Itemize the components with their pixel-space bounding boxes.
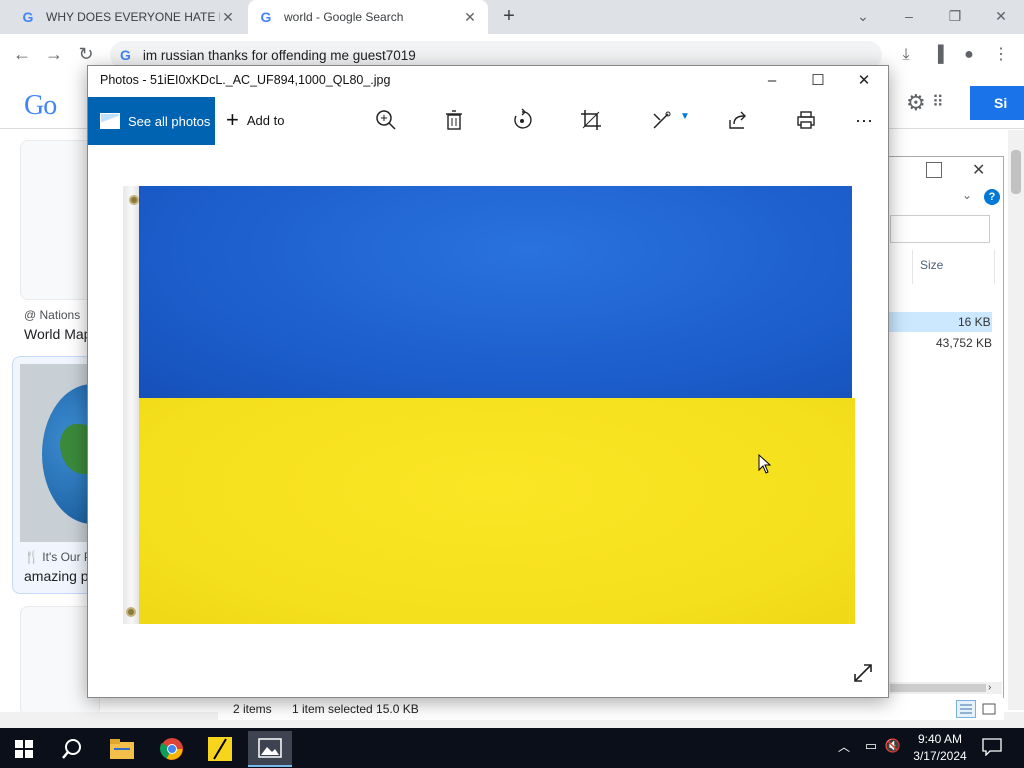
file-size: 43,752 KB — [936, 336, 993, 350]
forward-arrow-icon[interactable]: → — [42, 42, 66, 66]
status-selection: 1 item selected 15.0 KB — [292, 702, 419, 716]
network-icon[interactable]: ▭ — [862, 738, 880, 756]
close-icon[interactable]: ✕ — [986, 4, 1016, 28]
column-divider — [912, 250, 913, 284]
chevron-down-icon[interactable]: ▼ — [680, 111, 690, 122]
grommet — [126, 607, 136, 617]
share-icon[interactable] — [724, 108, 752, 134]
help-icon[interactable]: ? — [984, 189, 1000, 205]
sign-in-button[interactable]: Si — [970, 86, 1024, 120]
result-source: @ Nations — [24, 308, 81, 322]
column-divider — [994, 250, 995, 284]
apps-grid-icon[interactable]: ⠿ — [932, 92, 952, 112]
search-input[interactable] — [890, 215, 990, 243]
file-explorer-icon[interactable] — [100, 731, 144, 767]
photo-icon — [100, 113, 120, 129]
result-caption[interactable]: World Map — [24, 326, 91, 342]
close-icon[interactable]: ✕ — [462, 9, 478, 26]
back-arrow-icon[interactable]: ← — [10, 42, 34, 66]
tab-title: WHY DOES EVERYONE HATE RUS — [46, 10, 220, 24]
close-icon[interactable]: ✕ — [852, 70, 876, 92]
chevron-up-icon[interactable]: ︿ — [838, 738, 850, 755]
details-view-icon[interactable] — [956, 700, 976, 718]
new-tab-button[interactable]: + — [498, 6, 520, 28]
close-icon[interactable]: ✕ — [220, 9, 236, 26]
grommet — [129, 195, 139, 205]
maximize-icon[interactable]: ☐ — [806, 70, 830, 92]
vertical-scrollbar[interactable] — [1008, 130, 1024, 710]
edit-icon[interactable] — [648, 108, 676, 134]
clock-time: 9:40 AM — [917, 732, 963, 746]
tab-search-chevron-icon[interactable]: ⌄ — [848, 4, 878, 28]
google-g-icon: G — [22, 9, 34, 25]
chevron-down-icon[interactable]: ⌄ — [962, 188, 972, 202]
more-icon[interactable]: ⋯ — [850, 108, 878, 134]
browser-tab-active[interactable]: G world - Google Search ✕ — [248, 0, 488, 34]
photo-bottom-band — [139, 398, 855, 624]
crop-icon[interactable] — [577, 108, 605, 134]
browser-tab[interactable]: G WHY DOES EVERYONE HATE RUS ✕ — [10, 0, 246, 34]
mouse-cursor-icon — [758, 453, 772, 474]
scrollbar-thumb[interactable] — [890, 684, 986, 692]
add-to-button[interactable]: + Add to — [226, 107, 285, 132]
tab-title: world - Google Search — [284, 10, 404, 24]
minimize-icon[interactable]: – — [760, 70, 784, 92]
result-source: 🍴 It's Our P — [24, 550, 92, 564]
status-item-count: 2 items — [233, 702, 272, 716]
gear-icon[interactable]: ⚙ — [906, 90, 932, 116]
maximize-icon[interactable] — [926, 162, 942, 178]
full-screen-icon[interactable] — [852, 662, 874, 684]
chrome-icon[interactable] — [150, 731, 194, 767]
google-g-icon: G — [260, 9, 272, 25]
close-icon[interactable]: ✕ — [972, 160, 985, 180]
address-bar-text: im russian thanks for offending me guest… — [142, 47, 416, 63]
volume-muted-icon[interactable]: 🔇 — [884, 738, 902, 756]
file-size: 16 KB — [958, 315, 991, 329]
see-all-photos-label: See all photos — [128, 113, 211, 129]
delete-icon[interactable] — [440, 108, 468, 134]
result-caption[interactable]: amazing p — [24, 568, 89, 584]
zoom-icon[interactable] — [372, 108, 400, 134]
clock[interactable]: 9:40 AM 3/17/2024 — [908, 731, 972, 765]
google-g-icon: G — [120, 47, 131, 63]
side-panel-icon[interactable]: ▐ — [927, 44, 949, 66]
start-icon[interactable] — [2, 731, 46, 767]
scroll-right-icon[interactable]: › — [988, 682, 991, 693]
notes-app-icon[interactable] — [198, 731, 242, 767]
large-icons-view-icon[interactable] — [980, 700, 998, 718]
clock-date: 3/17/2024 — [913, 749, 967, 763]
plus-icon: + — [226, 107, 239, 132]
restore-icon[interactable]: ❐ — [940, 4, 970, 28]
kebab-menu-icon[interactable]: ⋮ — [990, 44, 1012, 66]
rotate-icon[interactable] — [508, 108, 536, 134]
notification-icon[interactable] — [982, 738, 1002, 757]
search-icon[interactable] — [50, 731, 94, 767]
window-title: Photos - 51iEI0xKDcL._AC_UF894,1000_QL80… — [100, 73, 391, 87]
google-doodle-logo[interactable]: Go — [24, 90, 57, 122]
see-all-photos-button[interactable]: See all photos — [88, 97, 215, 145]
logo-text: Go — [24, 90, 57, 121]
photos-app-icon[interactable] — [248, 731, 292, 767]
print-icon[interactable] — [792, 108, 820, 134]
reload-icon[interactable]: ↻ — [74, 42, 98, 66]
profile-avatar-icon[interactable]: ● — [958, 44, 980, 66]
add-to-label: Add to — [246, 112, 285, 128]
minimize-icon[interactable]: – — [894, 4, 924, 28]
download-icon[interactable]: ⤓ — [895, 44, 917, 66]
photo-top-band — [139, 186, 852, 399]
column-header-size[interactable]: Size — [920, 258, 943, 272]
